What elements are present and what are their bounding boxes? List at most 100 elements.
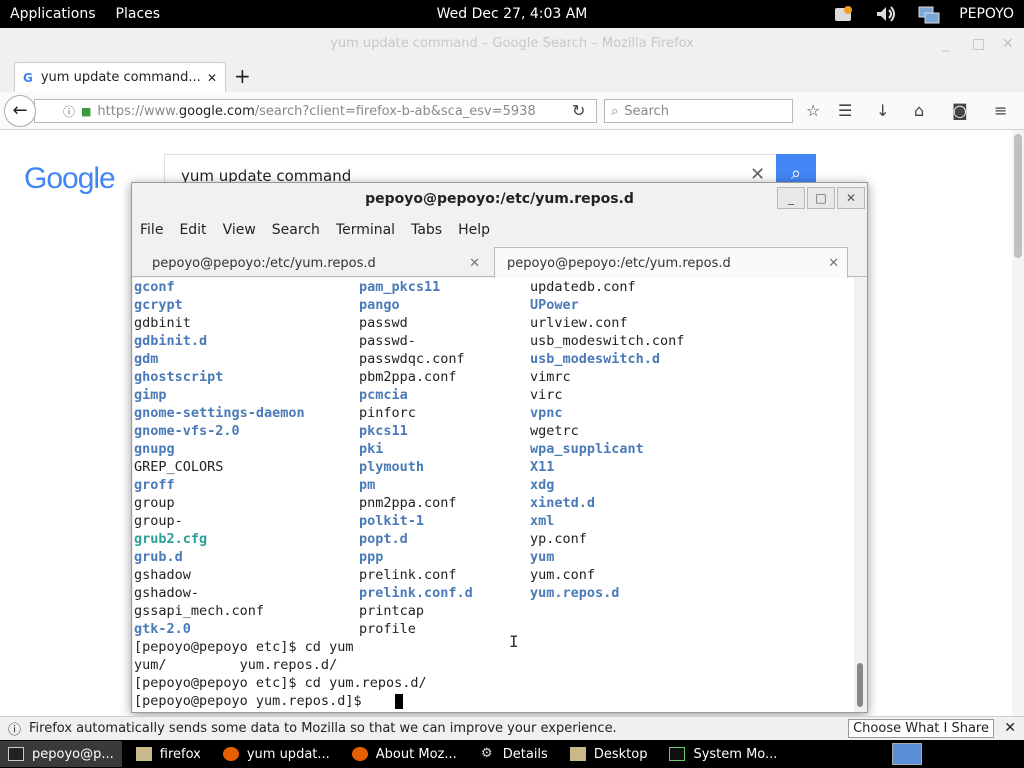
file-entry: vimrc — [530, 369, 571, 385]
terminal-title: pepoyo@pepoyo:/etc/yum.repos.d — [365, 191, 634, 207]
reload-icon[interactable]: ↻ — [572, 101, 585, 120]
new-tab-icon[interactable]: + — [234, 64, 251, 88]
menu-tabs[interactable]: Tabs — [403, 222, 450, 238]
downloads-icon[interactable]: ↓ — [876, 101, 889, 120]
terminal-window: pepoyo@pepoyo:/etc/yum.repos.d _ □ ✕ Fil… — [131, 182, 868, 713]
terminal-output[interactable]: gconf pam_pkcs11 updatedb.conf gcrypt pango U… — [133, 278, 854, 712]
file-entry: passwd- — [359, 333, 416, 349]
browser-tab[interactable]: G yum update command... ✕ — [14, 62, 226, 92]
minimize-icon[interactable]: _ — [942, 28, 949, 60]
task-terminal[interactable]: pepoyo@p... — [0, 741, 122, 767]
terminal-tab-1[interactable]: pepoyo@pepoyo:/etc/yum.repos.d ✕ — [140, 249, 488, 277]
file-entry: printcap — [359, 603, 425, 619]
places-menu[interactable]: Places — [106, 6, 171, 22]
directory-entry: usb_modeswitch.d — [530, 351, 661, 367]
menu-help[interactable]: Help — [450, 222, 498, 238]
close-notification-icon[interactable]: ✕ — [1004, 720, 1016, 736]
directory-entry: xdg — [530, 477, 555, 493]
page-scrollbar[interactable] — [1012, 130, 1024, 716]
scrollbar-thumb[interactable] — [857, 663, 863, 707]
firefox-tabstrip: G yum update command... ✕ + — [0, 60, 1024, 92]
network-icon[interactable] — [917, 5, 940, 24]
file-entry: updatedb.conf — [530, 279, 636, 295]
url-bar[interactable]: ⓘ ■ https://www. google.com/search?client… — [34, 99, 597, 123]
task-firefox-search[interactable]: yum updat... — [215, 741, 338, 767]
search-bar[interactable]: ⌕ Search — [604, 99, 793, 123]
top-panel: Wed Dec 27, 4:03 AM Applications Places … — [0, 0, 1024, 28]
menu-search[interactable]: Search — [264, 222, 328, 238]
lock-icon[interactable]: ■ — [81, 105, 91, 118]
task-label: firefox — [159, 746, 201, 762]
terminal-tab-2[interactable]: pepoyo@pepoyo:/etc/yum.repos.d ✕ — [494, 247, 848, 278]
logo-text: Google — [24, 162, 116, 195]
system-monitor-icon — [669, 747, 686, 761]
firefox-window-title: yum update command – Google Search – Moz… — [330, 36, 694, 51]
directory-entry: pcmcia — [359, 387, 408, 403]
google-logo[interactable]: Google — [24, 162, 116, 196]
task-about-mozilla[interactable]: About Moz... — [344, 741, 465, 767]
bookmark-star-icon[interactable]: ☆ — [806, 101, 820, 120]
back-button[interactable]: ← — [4, 95, 36, 127]
user-menu[interactable]: PEPOYO — [959, 6, 1014, 22]
terminal-scrollbar[interactable] — [854, 278, 866, 712]
task-system-monitor[interactable]: System Mo... — [661, 741, 785, 767]
task-desktop[interactable]: Desktop — [562, 741, 656, 767]
terminal-menubar: File Edit View Search Terminal Tabs Help — [132, 217, 867, 243]
directory-entry: X11 — [530, 459, 555, 475]
volume-icon[interactable] — [875, 5, 896, 23]
directory-entry: yum.repos.d — [530, 585, 620, 601]
tab-title: yum update command... — [40, 70, 201, 85]
close-tab-icon[interactable]: ✕ — [207, 71, 217, 85]
scrollbar-thumb[interactable] — [1014, 134, 1022, 258]
directory-entry: gnome-settings-daemon — [134, 405, 305, 421]
google-favicon-icon: G — [23, 70, 33, 85]
applications-menu[interactable]: Applications — [0, 6, 106, 22]
directory-entry: gdbinit.d — [134, 333, 208, 349]
task-details[interactable]: ⚙ Details — [471, 741, 556, 767]
file-entry: gdbinit — [134, 315, 191, 331]
directory-entry: popt.d — [359, 531, 408, 547]
hamburger-menu-icon[interactable]: ≡ — [994, 101, 1007, 120]
terminal-maximize-icon[interactable]: □ — [807, 187, 835, 209]
menu-file[interactable]: File — [132, 222, 171, 238]
file-entry: gshadow — [134, 567, 191, 583]
menu-view[interactable]: View — [215, 222, 264, 238]
update-notifier-icon[interactable] — [833, 5, 853, 23]
workspace-switcher[interactable] — [892, 743, 922, 765]
command-text: [pepoyo@pepoyo etc]$ cd yum.repos.d/ — [134, 675, 427, 691]
maximize-icon[interactable]: □ — [972, 28, 985, 60]
menu-edit[interactable]: Edit — [171, 222, 214, 238]
command-text: [pepoyo@pepoyo etc]$ cd yum — [134, 639, 354, 655]
choose-what-i-share-button[interactable]: Choose What I Share — [848, 719, 994, 738]
task-firefox-folder[interactable]: firefox — [128, 741, 209, 767]
url-domain: google.com — [178, 103, 255, 119]
directory-entry: wpa_supplicant — [530, 441, 644, 457]
task-label: Details — [502, 746, 548, 762]
terminal-close-icon[interactable]: ✕ — [837, 187, 865, 209]
folder-icon — [569, 747, 586, 761]
directory-entry: gnupg — [134, 441, 175, 457]
pocket-icon[interactable]: ◙ — [952, 101, 968, 120]
terminal-minimize-icon[interactable]: _ — [777, 187, 805, 209]
command-text: yum/ yum.repos.d/ — [134, 657, 338, 673]
info-icon[interactable]: ⓘ — [63, 103, 75, 120]
directory-entry: gnome-vfs-2.0 — [134, 423, 240, 439]
directory-entry: gimp — [134, 387, 167, 403]
close-tab-icon[interactable]: ✕ — [828, 256, 839, 271]
close-icon[interactable]: ✕ — [1002, 28, 1014, 60]
file-entry: pnm2ppa.conf — [359, 495, 457, 511]
file-entry: gshadow- — [134, 585, 200, 601]
file-entry: group — [134, 495, 175, 511]
taskbar: pepoyo@p... firefox yum updat... About M… — [0, 740, 1024, 768]
directory-entry: plymouth — [359, 459, 425, 475]
home-icon[interactable]: ⌂ — [914, 101, 924, 120]
menu-terminal[interactable]: Terminal — [328, 222, 403, 238]
terminal-cursor — [395, 694, 403, 709]
reading-list-icon[interactable]: ☰ — [838, 101, 852, 120]
directory-entry: ppp — [359, 549, 384, 565]
close-tab-icon[interactable]: ✕ — [469, 256, 480, 271]
file-entry: wgetrc — [530, 423, 579, 439]
directory-entry: pam_pkcs11 — [359, 279, 441, 295]
file-entry: GREP_COLORS — [134, 459, 224, 475]
file-entry: usb_modeswitch.conf — [530, 333, 685, 349]
